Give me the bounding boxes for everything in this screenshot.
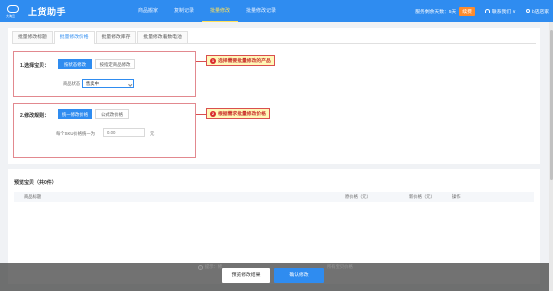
unified-price-button[interactable]: 统一修改价格: [58, 109, 92, 119]
user-name: b店店家: [531, 9, 549, 15]
nav-item-batch-edit[interactable]: 批量修改: [202, 0, 239, 22]
tab-edit-title[interactable]: 批量修改标题: [12, 31, 53, 43]
hint-left-text: 提示：修: [205, 264, 223, 269]
contact-us-label: 联系我们 ∨: [491, 9, 516, 15]
renew-button[interactable]: 续费: [459, 6, 475, 16]
price-unit: 元: [150, 131, 155, 136]
header-right: 服务剩余天数：5天 续费 联系我们 ∨ b店店家: [415, 0, 549, 22]
callout-1-connector: [196, 61, 206, 62]
chevron-down-icon: [127, 81, 132, 86]
tab-bar: 批量修改标题 批量修改价格 批量修改库存 批量修改着数电池: [12, 31, 536, 44]
select-products-box: [13, 51, 196, 97]
main-nav: 商品搬家 复制记录 批量修改 批量修改记录: [130, 0, 284, 22]
preview-title: 预览宝贝（共0件）: [14, 180, 57, 186]
callout-1-number: 1: [210, 57, 216, 64]
formula-price-button[interactable]: 公式改价格: [95, 109, 129, 119]
callout-select-products: 1 选择需要批量修改的产品: [206, 55, 275, 66]
hint-left: i 提示：修: [198, 264, 222, 270]
hint-right-text: 所有宝贝价格: [327, 264, 353, 269]
column-header-title: 商品标题: [24, 194, 42, 199]
logo-sub-text: 大淘云: [6, 14, 16, 18]
cloud-logo-icon: 大淘云: [6, 4, 22, 18]
nav-item-product-move[interactable]: 商品搬家: [130, 0, 166, 22]
price-rule-label: 每个SKU价格统一为: [56, 131, 95, 136]
preview-result-button[interactable]: 预览修改结果: [222, 268, 270, 283]
app-title: 上货助手: [28, 6, 67, 17]
status-select-value: 售卖中: [86, 81, 99, 86]
user-icon: [525, 9, 530, 13]
info-icon: i: [198, 264, 203, 270]
status-select[interactable]: 售卖中: [82, 79, 134, 88]
column-header-new-price: 新价格（元）: [409, 194, 435, 199]
section-select-label: 1.选择宝贝：: [20, 63, 50, 69]
scrollbar-thumb[interactable]: [549, 30, 553, 180]
trial-days-text: 服务剩余天数：5天: [415, 9, 457, 15]
column-header-actions: 操作: [452, 194, 461, 199]
user-menu[interactable]: b店店家: [525, 8, 549, 15]
select-by-status-button[interactable]: 按状态修改: [58, 59, 92, 69]
callout-2-connector: [196, 114, 206, 115]
status-field-label: 商品状态: [63, 81, 81, 86]
callout-1-text: 选择需要批量修改的产品: [218, 59, 271, 64]
contact-us-menu[interactable]: 联系我们 ∨: [484, 8, 516, 15]
callout-2-text: 根据需求批量修改价格: [218, 112, 266, 117]
price-input[interactable]: [103, 128, 145, 137]
callout-edit-price: 2 根据需求批量修改价格: [206, 108, 270, 119]
callout-2-number: 2: [210, 110, 216, 117]
logo[interactable]: 大淘云 上货助手: [0, 4, 120, 18]
nav-item-batch-edit-records[interactable]: 批量修改记录: [238, 0, 284, 22]
headset-icon: [484, 9, 490, 13]
top-bar: 大淘云 上货助手 商品搬家 复制记录 批量修改 批量修改记录 服务剩余天数：5天…: [0, 0, 553, 22]
select-by-product-button[interactable]: 按指定商品修改: [95, 59, 135, 69]
confirm-edit-button[interactable]: 确认修改: [274, 268, 324, 283]
tab-edit-price[interactable]: 批量修改价格: [53, 31, 95, 44]
section-rule-label: 2.修改规则：: [20, 113, 50, 119]
tab-edit-stock[interactable]: 批量修改库存: [95, 31, 137, 43]
tab-edit-battery[interactable]: 批量修改着数电池: [137, 31, 188, 43]
column-header-old-price: 原价格（元）: [345, 194, 371, 199]
nav-item-copy-records[interactable]: 复制记录: [166, 0, 202, 22]
